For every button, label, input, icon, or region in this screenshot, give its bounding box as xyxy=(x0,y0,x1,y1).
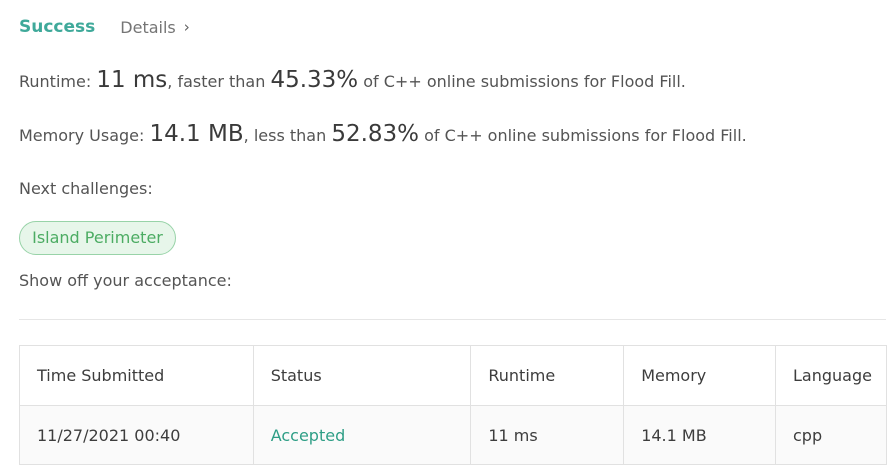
table-row: 11/27/2021 00:40 Accepted 11 ms 14.1 MB … xyxy=(19,405,887,465)
chevron-right-icon: › xyxy=(183,18,190,36)
submissions-table: Time Submitted Status Runtime Memory Lan… xyxy=(19,345,887,465)
header-memory[interactable]: Memory xyxy=(623,345,776,406)
cell-runtime: 11 ms xyxy=(470,405,625,465)
challenge-tag-island-perimeter[interactable]: Island Perimeter xyxy=(19,221,176,255)
runtime-label: Runtime: xyxy=(19,72,97,91)
memory-suffix: of C++ online submissions for Flood Fill… xyxy=(419,126,747,145)
header-language[interactable]: Language xyxy=(775,345,887,406)
memory-mid: , less than xyxy=(243,126,332,145)
memory-label: Memory Usage: xyxy=(19,126,150,145)
header-time-submitted[interactable]: Time Submitted xyxy=(19,345,254,406)
cell-memory: 14.1 MB xyxy=(623,405,776,465)
memory-summary: Memory Usage: 14.1 MB, less than 52.83% … xyxy=(19,121,747,147)
section-divider xyxy=(19,319,886,320)
header-status[interactable]: Status xyxy=(252,345,472,406)
header-runtime[interactable]: Runtime xyxy=(470,345,625,406)
runtime-value: 11 ms xyxy=(96,67,168,93)
runtime-suffix: of C++ online submissions for Flood Fill… xyxy=(358,72,686,91)
runtime-mid: , faster than xyxy=(167,72,271,91)
next-challenges-label: Next challenges: xyxy=(19,179,153,198)
runtime-summary: Runtime: 11 ms, faster than 45.33% of C+… xyxy=(19,67,686,93)
cell-language: cpp xyxy=(775,405,887,465)
submission-status-title: Success xyxy=(19,17,96,37)
result-header: Success Details › xyxy=(19,17,190,37)
show-off-label: Show off your acceptance: xyxy=(19,271,232,290)
memory-percent: 52.83% xyxy=(331,121,420,147)
memory-value: 14.1 MB xyxy=(149,121,244,147)
table-header-row: Time Submitted Status Runtime Memory Lan… xyxy=(19,345,887,406)
details-label: Details xyxy=(120,17,176,37)
details-link[interactable]: Details › xyxy=(120,18,189,37)
runtime-percent: 45.33% xyxy=(270,67,359,93)
cell-status-link[interactable]: Accepted xyxy=(252,405,472,465)
cell-time-submitted: 11/27/2021 00:40 xyxy=(19,405,254,465)
